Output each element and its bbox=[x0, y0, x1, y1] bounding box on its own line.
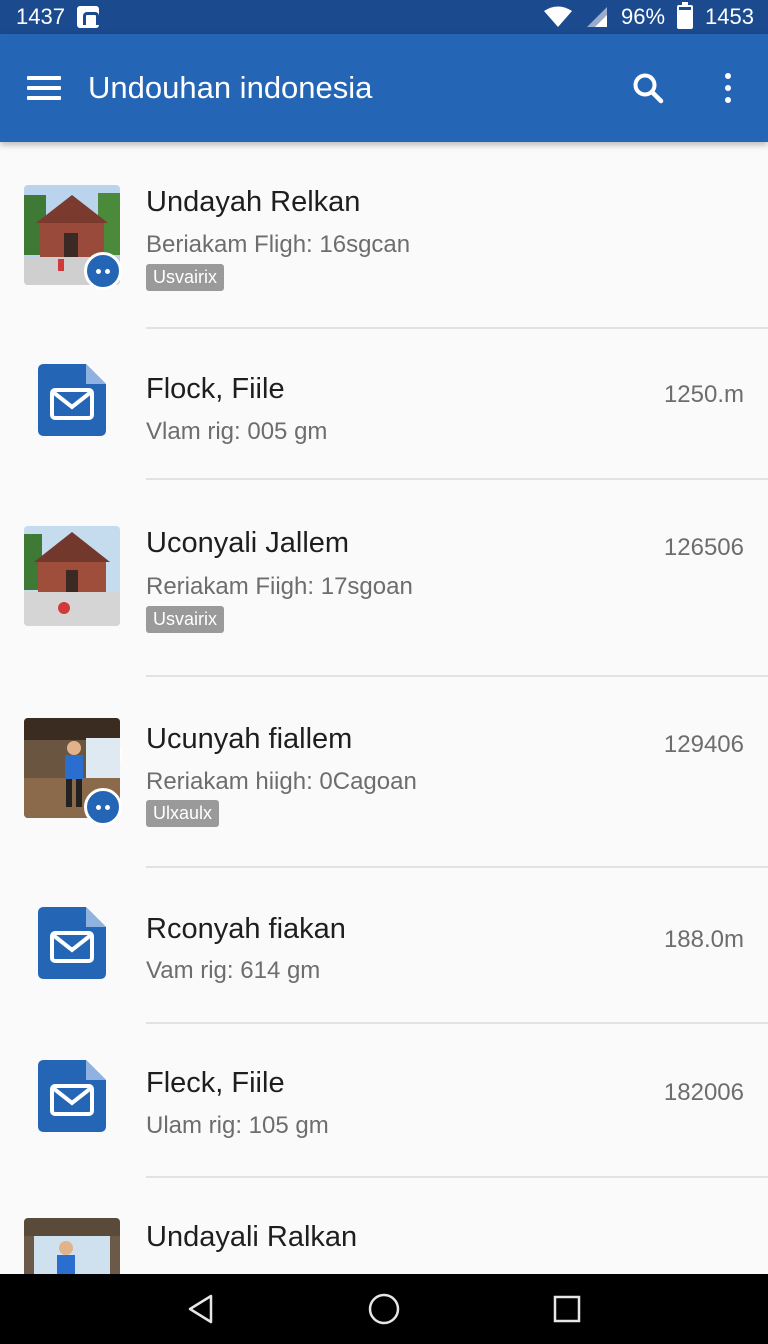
search-button[interactable] bbox=[608, 34, 688, 142]
item-size: 126506 bbox=[663, 534, 744, 561]
home-icon bbox=[368, 1293, 400, 1325]
mail-document-icon bbox=[38, 364, 106, 436]
menu-button[interactable] bbox=[0, 34, 88, 142]
list-item[interactable]: Undayali Ralkan bbox=[0, 1178, 768, 1274]
list-item[interactable]: Ucunyah fiallem Reriakam hiigh: 0Cagoan … bbox=[0, 677, 768, 868]
list-item[interactable]: Rconyah fiakan Vam rig: 614 gm 188.0m bbox=[0, 868, 768, 1024]
item-title: Undayali Ralkan bbox=[146, 1221, 358, 1253]
item-title: Fleck, Fiile bbox=[146, 1067, 285, 1099]
photo-thumbnail bbox=[24, 1218, 120, 1274]
item-size: 188.0m bbox=[663, 926, 744, 953]
item-subtitle: Ulam rig: 105 gm bbox=[146, 1112, 329, 1139]
photo-thumbnail bbox=[24, 526, 120, 626]
status-bar: 1437 96% 1453 bbox=[0, 0, 768, 34]
item-size: 182006 bbox=[663, 1079, 744, 1106]
item-size: 1250.m bbox=[663, 381, 744, 408]
notification-icon bbox=[76, 6, 99, 28]
mail-document-icon bbox=[38, 1060, 106, 1132]
item-title: Ucunyah fiallem bbox=[146, 723, 353, 755]
signal-icon bbox=[587, 7, 607, 27]
status-time-right: 1453 bbox=[705, 4, 754, 29]
battery-percent: 96% bbox=[621, 4, 666, 29]
item-title: Uconyali Jallem bbox=[146, 527, 350, 559]
hamburger-menu-icon bbox=[27, 76, 61, 100]
item-subtitle: Reriakam hiigh: 0Cagoan bbox=[146, 768, 417, 795]
more-badge-icon[interactable] bbox=[84, 252, 122, 290]
recents-icon bbox=[553, 1295, 580, 1323]
recents-button[interactable] bbox=[537, 1279, 597, 1339]
wifi-icon bbox=[544, 6, 572, 27]
item-subtitle: Vam rig: 614 gm bbox=[146, 957, 321, 984]
search-icon bbox=[633, 73, 664, 104]
item-subtitle: Beriakam Fligh: 16sgcan bbox=[146, 231, 411, 258]
list-item[interactable]: Fleck, Fiile Ulam rig: 105 gm 182006 bbox=[0, 1024, 768, 1178]
item-tag: Usvairix bbox=[146, 606, 225, 633]
list-item[interactable]: Uconyali Jallem Reriakam Fiigh: 17sgoan … bbox=[0, 480, 768, 774]
navigation-bar bbox=[0, 1274, 768, 1344]
back-button[interactable] bbox=[171, 1279, 231, 1339]
item-title: Rconyah fiakan bbox=[146, 913, 346, 945]
app-title: Undouhan indonesia bbox=[88, 70, 373, 105]
item-subtitle: Reriakam Fiigh: 17sgoan bbox=[146, 573, 413, 600]
item-tag: Usvairix bbox=[146, 264, 225, 291]
item-tag: Ulxaulx bbox=[146, 800, 220, 827]
item-subtitle: Vlam rig: 005 gm bbox=[146, 418, 328, 445]
list-item[interactable]: Undayah Relkan Beriakam Fligh: 16sgcan U… bbox=[0, 142, 768, 329]
status-time-left: 1437 bbox=[16, 4, 65, 29]
home-button[interactable] bbox=[354, 1279, 414, 1339]
item-title: Undayah Relkan bbox=[146, 186, 361, 218]
list-item[interactable]: Flock, Fiile Vlam rig: 005 gm 1250.m bbox=[0, 329, 768, 480]
more-badge-icon[interactable] bbox=[84, 788, 122, 826]
more-vert-icon bbox=[725, 73, 731, 103]
back-icon bbox=[189, 1294, 213, 1324]
mail-document-icon bbox=[38, 907, 106, 979]
download-list[interactable]: Undayah Relkan Beriakam Fligh: 16sgcan U… bbox=[0, 142, 768, 1274]
battery-icon bbox=[677, 2, 694, 29]
app-bar: Undouhan indonesia bbox=[0, 34, 768, 142]
more-options-button[interactable] bbox=[688, 34, 768, 142]
item-title: Flock, Fiile bbox=[146, 373, 285, 405]
item-size: 129406 bbox=[663, 731, 744, 758]
